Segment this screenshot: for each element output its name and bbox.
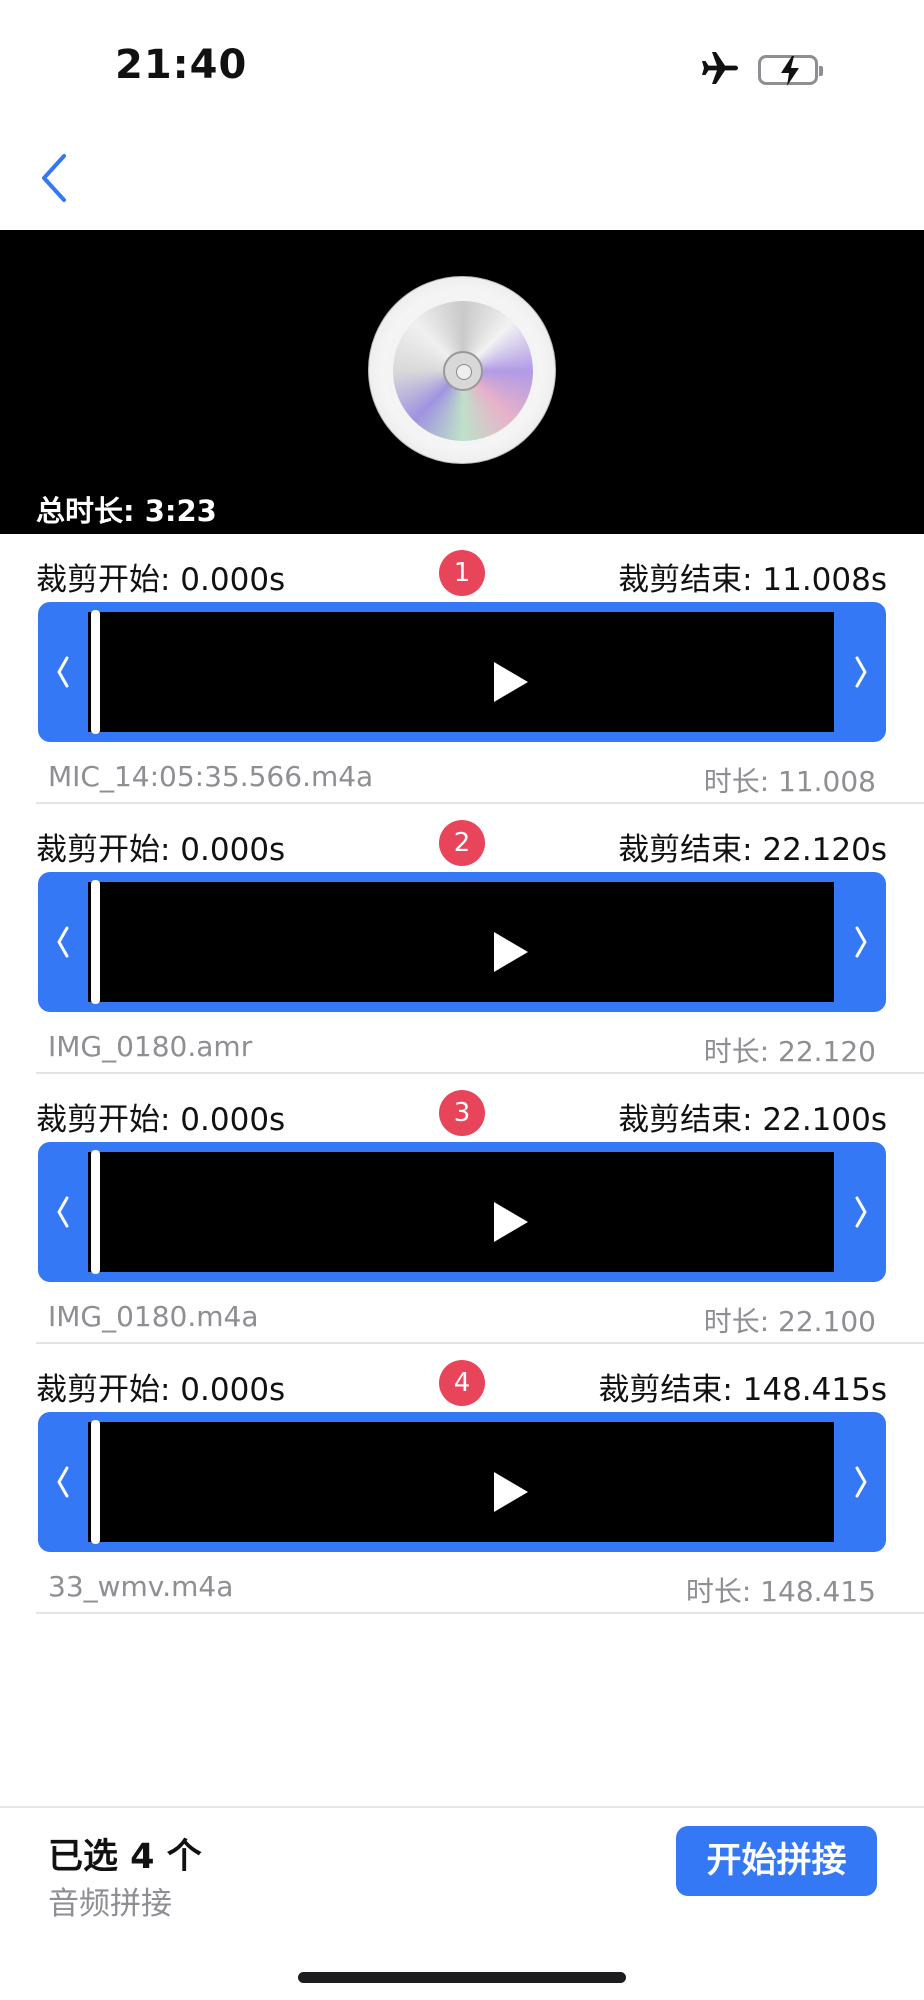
- play-icon[interactable]: [491, 930, 531, 974]
- trim-end-handle[interactable]: [836, 872, 886, 1012]
- clip-item: 裁剪开始: 0.000s 3 裁剪结束: 22.100s IMG_0180.m4a 时长…: [0, 1074, 924, 1344]
- clip-trimmer[interactable]: [38, 1412, 886, 1552]
- trim-start-label: 裁剪开始: 0.000s: [36, 1102, 286, 1138]
- selected-count: 已选 4 个: [48, 1837, 202, 1877]
- trim-end-label: 裁剪结束: 11.008s: [618, 562, 887, 598]
- clip-filename: MIC_14:05:35.566.m4a: [48, 760, 374, 793]
- total-duration: 总时长: 3:23: [36, 494, 217, 528]
- waveform-track[interactable]: [88, 1422, 834, 1542]
- trim-start-handle[interactable]: [38, 1142, 88, 1282]
- playhead-handle[interactable]: [91, 880, 100, 1004]
- clip-filename: IMG_0180.amr: [48, 1030, 253, 1063]
- clip-duration: 时长: 22.120: [703, 1035, 876, 1068]
- clip-trimmer[interactable]: [38, 1142, 886, 1282]
- trim-end-handle[interactable]: [836, 1412, 886, 1552]
- bottom-bar: 已选 4 个 音频拼接 开始拼接: [0, 1806, 924, 2000]
- clip-item: 裁剪开始: 0.000s 1 裁剪结束: 11.008s MIC_14:05:35.5…: [0, 534, 924, 804]
- play-icon[interactable]: [491, 1200, 531, 1244]
- trim-end-label: 裁剪结束: 148.415s: [598, 1372, 887, 1408]
- playhead-handle[interactable]: [91, 1150, 100, 1274]
- back-button[interactable]: [36, 150, 76, 206]
- trim-start-label: 裁剪开始: 0.000s: [36, 832, 286, 868]
- divider: [36, 1612, 924, 1614]
- start-merge-button[interactable]: 开始拼接: [676, 1826, 877, 1896]
- chevron-left-icon: [57, 656, 69, 688]
- status-time: 21:40: [115, 42, 248, 88]
- chevron-left-icon: [57, 926, 69, 958]
- clip-index-badge: 3: [439, 1090, 485, 1136]
- trim-start-handle[interactable]: [38, 602, 88, 742]
- clip-duration: 时长: 11.008: [703, 765, 876, 798]
- chevron-right-icon: [855, 926, 867, 958]
- chevron-right-icon: [855, 1196, 867, 1228]
- waveform-track[interactable]: [88, 882, 834, 1002]
- clip-item: 裁剪开始: 0.000s 4 裁剪结束: 148.415s 33_wmv.m4a 时长:…: [0, 1344, 924, 1614]
- clip-index-badge: 2: [439, 820, 485, 866]
- trim-start-label: 裁剪开始: 0.000s: [36, 1372, 286, 1408]
- chevron-right-icon: [855, 656, 867, 688]
- chevron-right-icon: [855, 1466, 867, 1498]
- waveform-track[interactable]: [88, 1152, 834, 1272]
- chevron-left-icon: [57, 1466, 69, 1498]
- playhead-handle[interactable]: [91, 1420, 100, 1544]
- clip-duration: 时长: 22.100: [703, 1305, 876, 1338]
- trim-end-label: 裁剪结束: 22.100s: [618, 1102, 887, 1138]
- play-icon[interactable]: [491, 1470, 531, 1514]
- trim-end-handle[interactable]: [836, 1142, 886, 1282]
- clip-index-badge: 1: [439, 550, 485, 596]
- play-icon[interactable]: [491, 660, 531, 704]
- chevron-left-icon: [42, 154, 66, 202]
- clip-filename: IMG_0180.m4a: [48, 1300, 259, 1333]
- chevron-left-icon: [57, 1196, 69, 1228]
- trim-start-label: 裁剪开始: 0.000s: [36, 562, 286, 598]
- battery-charging-icon: [758, 55, 823, 86]
- clip-index-badge: 4: [439, 1360, 485, 1406]
- playhead-handle[interactable]: [91, 610, 100, 734]
- bottom-subtitle: 音频拼接: [48, 1886, 172, 1922]
- audio-preview[interactable]: 总时长: 3:23: [0, 230, 924, 534]
- waveform-track[interactable]: [88, 612, 834, 732]
- clip-filename: 33_wmv.m4a: [48, 1570, 234, 1603]
- home-indicator: [298, 1972, 626, 1983]
- trim-end-label: 裁剪结束: 22.120s: [618, 832, 887, 868]
- clip-trimmer[interactable]: [38, 872, 886, 1012]
- clip-item: 裁剪开始: 0.000s 2 裁剪结束: 22.120s IMG_0180.amr 时长…: [0, 804, 924, 1074]
- clip-duration: 时长: 148.415: [685, 1575, 876, 1608]
- cd-disc-icon: [368, 276, 556, 464]
- status-icons: [700, 50, 823, 90]
- clip-trimmer[interactable]: [38, 602, 886, 742]
- airplane-icon: [700, 50, 740, 90]
- trim-end-handle[interactable]: [836, 602, 886, 742]
- trim-start-handle[interactable]: [38, 872, 88, 1012]
- trim-start-handle[interactable]: [38, 1412, 88, 1552]
